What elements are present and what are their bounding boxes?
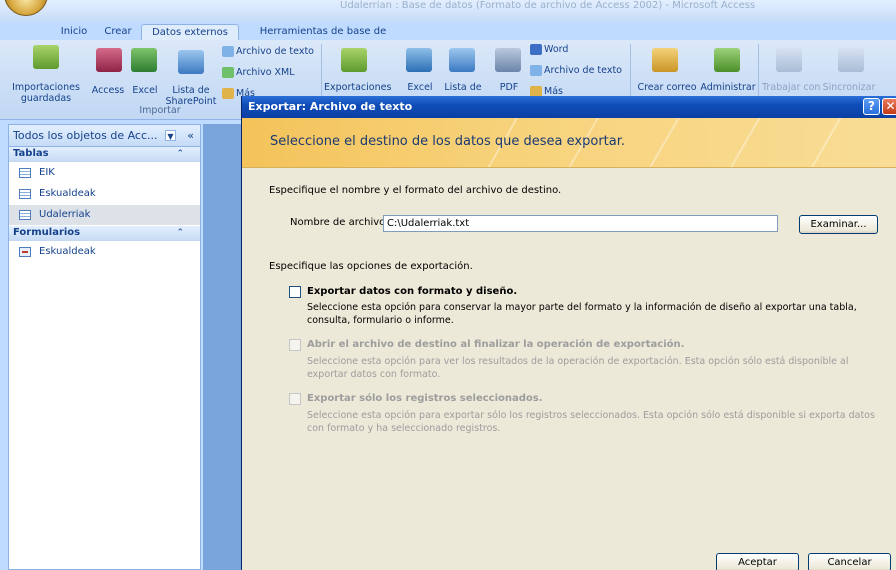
open-after-export-desc: Seleccione esta opción para ver los resu… [307,356,849,380]
collapse-pane-icon[interactable]: « [187,125,194,146]
export-excel-button[interactable]: Excel [403,82,437,93]
open-after-export-label: Abrir el archivo de destino al finalizar… [307,339,685,350]
sharepoint-list-icon [178,50,204,74]
sync-button[interactable]: Sincronizar [821,82,877,93]
nav-pane-header[interactable]: Todos los objetos de Acc... ▼ « [9,125,200,147]
nav-item-eik[interactable]: EIK [9,163,200,183]
nav-group-label: Tablas [13,148,49,159]
options-spec-text: Especifique las opciones de exportación. [269,261,473,272]
excel-icon [131,48,157,72]
export-formatted-desc: Seleccione esta opción para conservar la… [307,302,857,326]
pdf-icon [495,48,521,72]
export-formatted-label[interactable]: Exportar datos con formato y diseño. [307,286,517,297]
sharepoint-label: Lista de SharePoint [165,85,217,107]
nav-item-label: Eskualdeak [39,188,96,199]
import-excel-button[interactable]: Excel [128,85,162,96]
create-email-button[interactable]: Crear correo [634,82,700,93]
text-file-icon [222,46,234,57]
saved-exports-button[interactable]: Exportaciones [324,82,391,93]
saved-imports-label: Importaciones guardadas [12,82,80,104]
nav-group-tables[interactable]: Tablas ⌃ [9,147,200,162]
saved-imports-icon [33,45,59,69]
dialog-title: Exportar: Archivo de texto [248,100,413,113]
nav-group-label: Formularios [13,227,81,238]
file-name-label: Nombre de archivo: [290,217,389,228]
export-selected-label: Exportar sólo los registros seleccionado… [307,393,543,404]
nav-item-eskualdeak[interactable]: Eskualdeak [9,184,200,204]
open-after-export-checkbox[interactable] [289,339,301,351]
create-email-icon [652,48,678,72]
browse-button[interactable]: Examinar... [799,215,878,234]
accept-button[interactable]: Aceptar [716,553,799,570]
xml-file-icon [222,67,234,78]
nav-pane-title: Todos los objetos de Acc... [13,129,158,142]
export-word-button[interactable]: Word [530,43,568,57]
import-access-button[interactable]: Access [90,85,126,96]
cancel-button[interactable]: Cancelar [808,553,891,570]
import-sharepoint-button[interactable]: Lista de SharePoint [160,85,222,107]
import-xml-label: Archivo XML [236,67,295,78]
banner-text: Seleccione el destino de los datos que d… [270,134,626,149]
export-excel-icon [406,48,432,72]
access-icon [96,48,122,72]
export-text-label: Archivo de texto [544,65,622,76]
window-title: Udalerrian : Base de datos (Formato de a… [340,0,756,11]
ribbon-tabs: Inicio Crear Datos externos Herramientas… [0,22,896,52]
more-icon [222,88,234,99]
dialog-title-bar: Exportar: Archivo de texto [242,96,896,118]
tab-herramientas[interactable]: Herramientas de base de datos [248,24,398,52]
work-offline-icon [776,48,802,72]
import-text-file-button[interactable]: Archivo de texto [222,45,314,59]
chevron-up-icon: ⌃ [176,228,184,238]
file-name-input[interactable] [383,215,778,232]
import-xml-button[interactable]: Archivo XML [222,66,295,80]
form-icon [19,247,31,257]
nav-group-forms[interactable]: Formularios ⌃ [9,226,200,241]
file-spec-text: Especifique el nombre y el formato del a… [269,185,562,196]
tab-inicio[interactable]: Inicio [52,24,96,40]
export-selected-checkbox[interactable] [289,393,301,405]
export-word-label: Word [544,44,569,55]
export-pdf-button[interactable]: PDF [494,82,524,93]
export-selected-desc: Seleccione esta opción para exportar sól… [307,410,875,434]
import-text-label: Archivo de texto [236,46,314,57]
table-icon [19,168,31,178]
sync-icon [838,48,864,72]
title-bar: Udalerrian : Base de datos (Formato de a… [0,0,896,22]
saved-imports-button[interactable]: Importaciones guardadas [2,82,90,104]
saved-exports-icon [341,48,367,72]
nav-item-label: Eskualdeak [39,246,96,257]
export-dialog: Exportar: Archivo de texto ? ✕ Seleccion… [241,96,896,570]
tab-crear[interactable]: Crear [98,24,138,40]
word-icon [530,44,542,55]
close-icon[interactable]: ✕ [882,98,896,115]
help-icon[interactable]: ? [863,98,880,115]
nav-item-label: EIK [39,167,55,178]
export-sharepoint-icon [449,48,475,72]
chevron-down-icon[interactable]: ▼ [165,130,176,141]
export-sharepoint-button[interactable]: Lista de [440,82,486,93]
chevron-up-icon: ⌃ [176,149,184,159]
text-file-icon [530,65,542,76]
nav-item-label: Udalerriak [39,209,91,220]
table-icon [19,189,31,199]
tab-datos-externos[interactable]: Datos externos [141,24,239,40]
nav-item-form-eskualdeak[interactable]: Eskualdeak [9,242,200,262]
work-offline-button[interactable]: Trabajar con [762,82,820,93]
nav-item-udalerriak[interactable]: Udalerriak [9,205,200,225]
office-button[interactable] [4,0,48,16]
navigation-pane: Todos los objetos de Acc... ▼ « Tablas ⌃… [8,124,201,570]
table-icon [19,210,31,220]
export-text-button[interactable]: Archivo de texto [530,64,622,78]
manage-replies-icon [714,48,740,72]
manage-replies-button[interactable]: Administrar [700,82,756,93]
dialog-banner: Seleccione el destino de los datos que d… [242,118,896,168]
export-formatted-checkbox[interactable] [289,286,301,298]
